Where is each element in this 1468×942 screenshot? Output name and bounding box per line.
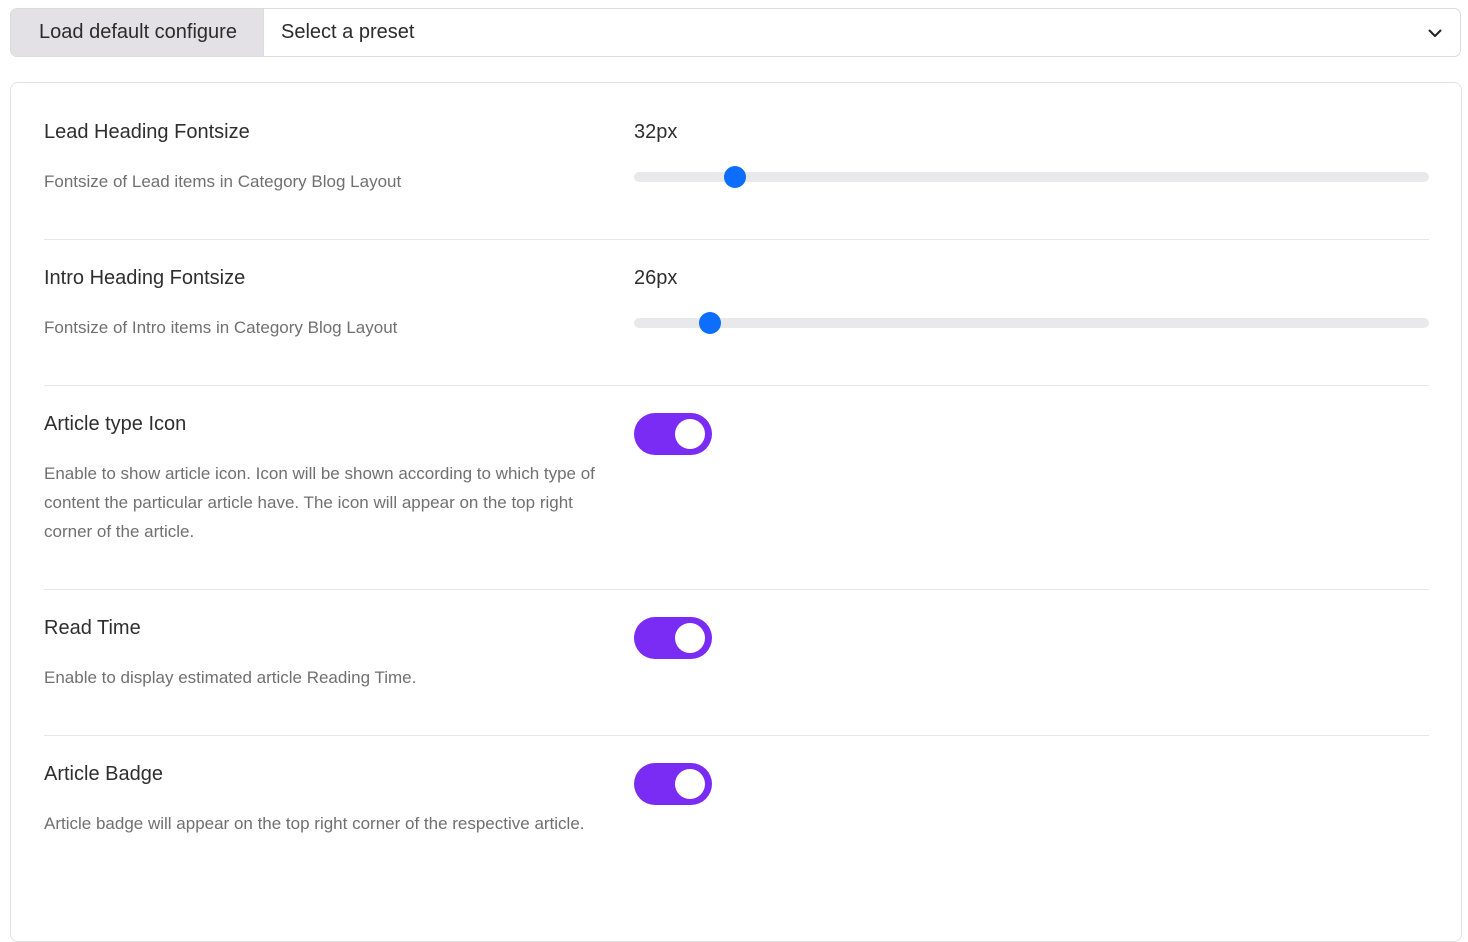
setting-row-lead-heading-fontsize: Lead Heading Fontsize Fontsize of Lead i… xyxy=(44,83,1429,240)
settings-card: Lead Heading Fontsize Fontsize of Lead i… xyxy=(10,82,1462,942)
intro-heading-fontsize-slider[interactable] xyxy=(634,312,1429,334)
toggle-knob xyxy=(675,419,705,449)
slider-thumb[interactable] xyxy=(723,166,746,188)
setting-description: Fontsize of Intro items in Category Blog… xyxy=(44,318,398,337)
setting-description: Article badge will appear on the top rig… xyxy=(44,814,585,833)
setting-row-article-type-icon: Article type Icon Enable to show article… xyxy=(44,386,1429,590)
setting-title: Read Time xyxy=(44,617,141,639)
read-time-toggle[interactable] xyxy=(634,617,712,659)
setting-description: Fontsize of Lead items in Category Blog … xyxy=(44,172,402,191)
preset-select-value: Select a preset xyxy=(281,21,415,43)
article-badge-toggle[interactable] xyxy=(634,763,712,805)
preset-select[interactable]: Select a preset xyxy=(264,9,1460,56)
preset-bar: Load default configure Select a preset xyxy=(10,8,1461,57)
article-type-icon-toggle[interactable] xyxy=(634,413,712,455)
load-default-configure-button[interactable]: Load default configure xyxy=(11,9,264,56)
setting-row-read-time: Read Time Enable to display estimated ar… xyxy=(44,590,1429,736)
slider-thumb[interactable] xyxy=(698,312,721,334)
slider-value-label: 32px xyxy=(634,121,678,143)
slider-value-label: 26px xyxy=(634,267,678,289)
setting-row-article-badge: Article Badge Article badge will appear … xyxy=(44,736,1429,916)
toggle-knob xyxy=(675,769,705,799)
setting-title: Intro Heading Fontsize xyxy=(44,267,246,289)
setting-title: Article type Icon xyxy=(44,413,187,435)
setting-row-intro-heading-fontsize: Intro Heading Fontsize Fontsize of Intro… xyxy=(44,240,1429,386)
chevron-down-icon xyxy=(1427,25,1443,41)
lead-heading-fontsize-slider[interactable] xyxy=(634,166,1429,188)
setting-title: Lead Heading Fontsize xyxy=(44,121,250,143)
setting-description: Enable to display estimated article Read… xyxy=(44,668,417,687)
setting-title: Article Badge xyxy=(44,763,163,785)
setting-description: Enable to show article icon. Icon will b… xyxy=(44,464,595,541)
toggle-knob xyxy=(675,623,705,653)
